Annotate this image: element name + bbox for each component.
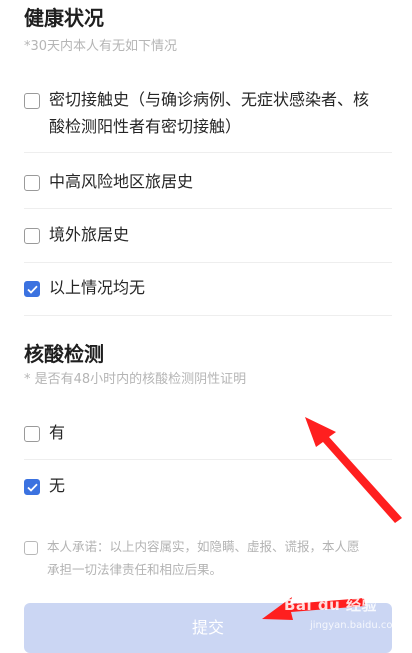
arrow-annotation-upper — [305, 417, 402, 523]
annotation-arrows — [262, 417, 402, 620]
watermark-brand: Bai du 经验 — [284, 596, 378, 614]
watermark-url: jingyan.baidu.com — [310, 620, 403, 631]
